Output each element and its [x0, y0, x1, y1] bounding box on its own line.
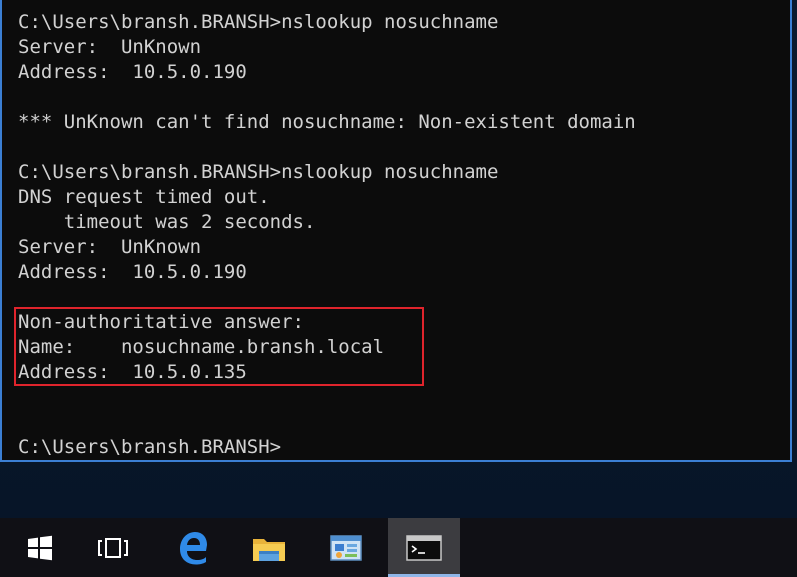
- taskbar: [0, 518, 797, 577]
- console-line: Address: 10.5.0.190: [18, 61, 247, 83]
- console-prompt-line[interactable]: C:\Users\bransh.BRANSH>: [18, 435, 281, 460]
- console-line: Server: UnKnown: [18, 36, 202, 58]
- console-line: DNS request timed out.: [18, 186, 270, 208]
- file-explorer-button[interactable]: [233, 518, 305, 577]
- control-panel-button[interactable]: [310, 518, 382, 577]
- console-line: *** UnKnown can't find nosuchname: Non-e…: [18, 111, 636, 133]
- windows-start-icon: [28, 535, 52, 560]
- console-line: timeout was 2 seconds.: [18, 211, 316, 233]
- edge-browser-icon: [180, 531, 207, 564]
- start-button[interactable]: [4, 518, 76, 577]
- command-prompt-window[interactable]: C:\Users\bransh.BRANSH>nslookup nosuchna…: [0, 0, 792, 462]
- console-line: Address: 10.5.0.190: [18, 261, 247, 283]
- command-prompt-taskbar-button[interactable]: [388, 518, 460, 577]
- answer-highlight-box: [14, 307, 424, 386]
- task-view-button[interactable]: [77, 518, 149, 577]
- console-line: C:\Users\bransh.BRANSH>nslookup nosuchna…: [18, 11, 499, 33]
- console-line: Server: UnKnown: [18, 236, 202, 258]
- task-view-icon: [98, 537, 128, 558]
- command-prompt-icon: [406, 534, 442, 561]
- edge-browser-button[interactable]: [157, 518, 229, 577]
- control-panel-icon: [330, 534, 362, 561]
- console-line: C:\Users\bransh.BRANSH>nslookup nosuchna…: [18, 161, 499, 183]
- file-explorer-icon: [253, 538, 285, 561]
